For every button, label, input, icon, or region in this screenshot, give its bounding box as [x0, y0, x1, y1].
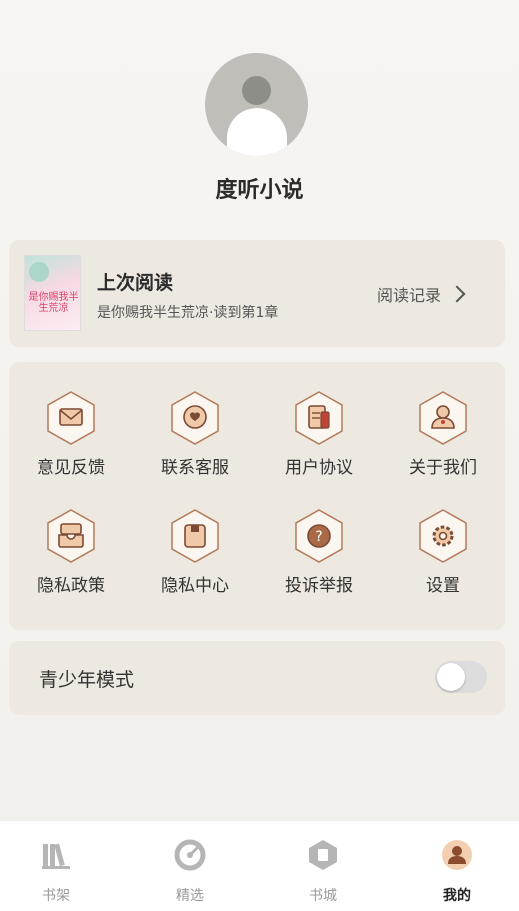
menu-item-customer-service[interactable]: 联系客服 [133, 391, 257, 491]
menu-item-complaint-report[interactable]: ? 投诉举报 [257, 509, 381, 609]
box-icon [171, 509, 219, 563]
tab-featured[interactable]: 精选 [125, 821, 255, 911]
menu-label: 隐私中心 [161, 576, 229, 596]
inbox-icon [47, 509, 95, 563]
target-icon [174, 839, 206, 871]
book-store-icon [309, 840, 337, 870]
tab-label: 书架 [42, 888, 70, 904]
menu-item-settings[interactable]: 设置 [381, 509, 505, 609]
tab-label: 精选 [176, 888, 204, 904]
gear-icon [419, 509, 467, 563]
profile-page: 度听小说 是你赐我半生荒凉 上次阅读 是你赐我半生荒凉·读到第1章 阅读记录 意… [0, 0, 519, 911]
svg-text:?: ? [315, 529, 322, 545]
menu-item-feedback[interactable]: 意见反馈 [9, 391, 133, 491]
mail-icon [47, 391, 95, 445]
last-read-title: 上次阅读 [97, 272, 174, 294]
book-cover[interactable]: 是你赐我半生荒凉 [24, 255, 81, 331]
chevron-right-icon [448, 285, 466, 303]
cover-title: 是你赐我半生荒凉 [28, 292, 79, 314]
person-icon [419, 391, 467, 445]
teen-mode-row: 青少年模式 [9, 641, 505, 715]
avatar-body [227, 108, 287, 156]
menu-item-user-agreement[interactable]: 用户协议 [257, 391, 381, 491]
menu-label: 投诉举报 [285, 576, 353, 596]
teen-mode-toggle[interactable] [435, 661, 487, 693]
avatar[interactable] [205, 53, 308, 156]
menu-label: 关于我们 [409, 458, 477, 478]
menu-item-privacy-center[interactable]: 隐私中心 [133, 509, 257, 609]
menu-item-privacy-policy[interactable]: 隐私政策 [9, 509, 133, 609]
menu-label: 隐私政策 [37, 576, 105, 596]
teen-mode-label: 青少年模式 [39, 669, 135, 691]
menu-grid: 意见反馈 联系客服 用户协议 关于我们 隐私政策 隐私中心 ? 投诉举报 设置 [9, 362, 505, 630]
tab-mine[interactable]: 我的 [392, 821, 519, 911]
menu-label: 用户协议 [285, 458, 353, 478]
avatar-head [242, 76, 271, 105]
profile-icon [442, 840, 472, 870]
app-name: 度听小说 [215, 178, 304, 203]
toggle-knob [437, 663, 465, 691]
document-icon [295, 391, 343, 445]
bottom-tab-bar: 书架 精选 书城 我的 [0, 820, 519, 911]
chat-heart-icon [171, 391, 219, 445]
menu-label: 设置 [426, 576, 460, 596]
cover-decoration [29, 262, 49, 282]
menu-label: 联系客服 [161, 458, 229, 478]
reading-history-label: 阅读记录 [377, 286, 442, 305]
bookshelf-icon [42, 843, 70, 869]
last-read-subtitle: 是你赐我半生荒凉·读到第1章 [97, 305, 279, 321]
tab-label: 书城 [309, 888, 337, 904]
reading-history-link[interactable]: 阅读记录 [377, 282, 466, 306]
menu-label: 意见反馈 [37, 458, 105, 478]
last-read-card[interactable]: 是你赐我半生荒凉 上次阅读 是你赐我半生荒凉·读到第1章 阅读记录 [9, 240, 505, 347]
menu-item-about-us[interactable]: 关于我们 [381, 391, 505, 491]
tab-bookstore[interactable]: 书城 [258, 821, 388, 911]
tab-bookshelf[interactable]: 书架 [0, 821, 121, 911]
tab-label: 我的 [443, 888, 471, 904]
question-icon: ? [295, 509, 343, 563]
